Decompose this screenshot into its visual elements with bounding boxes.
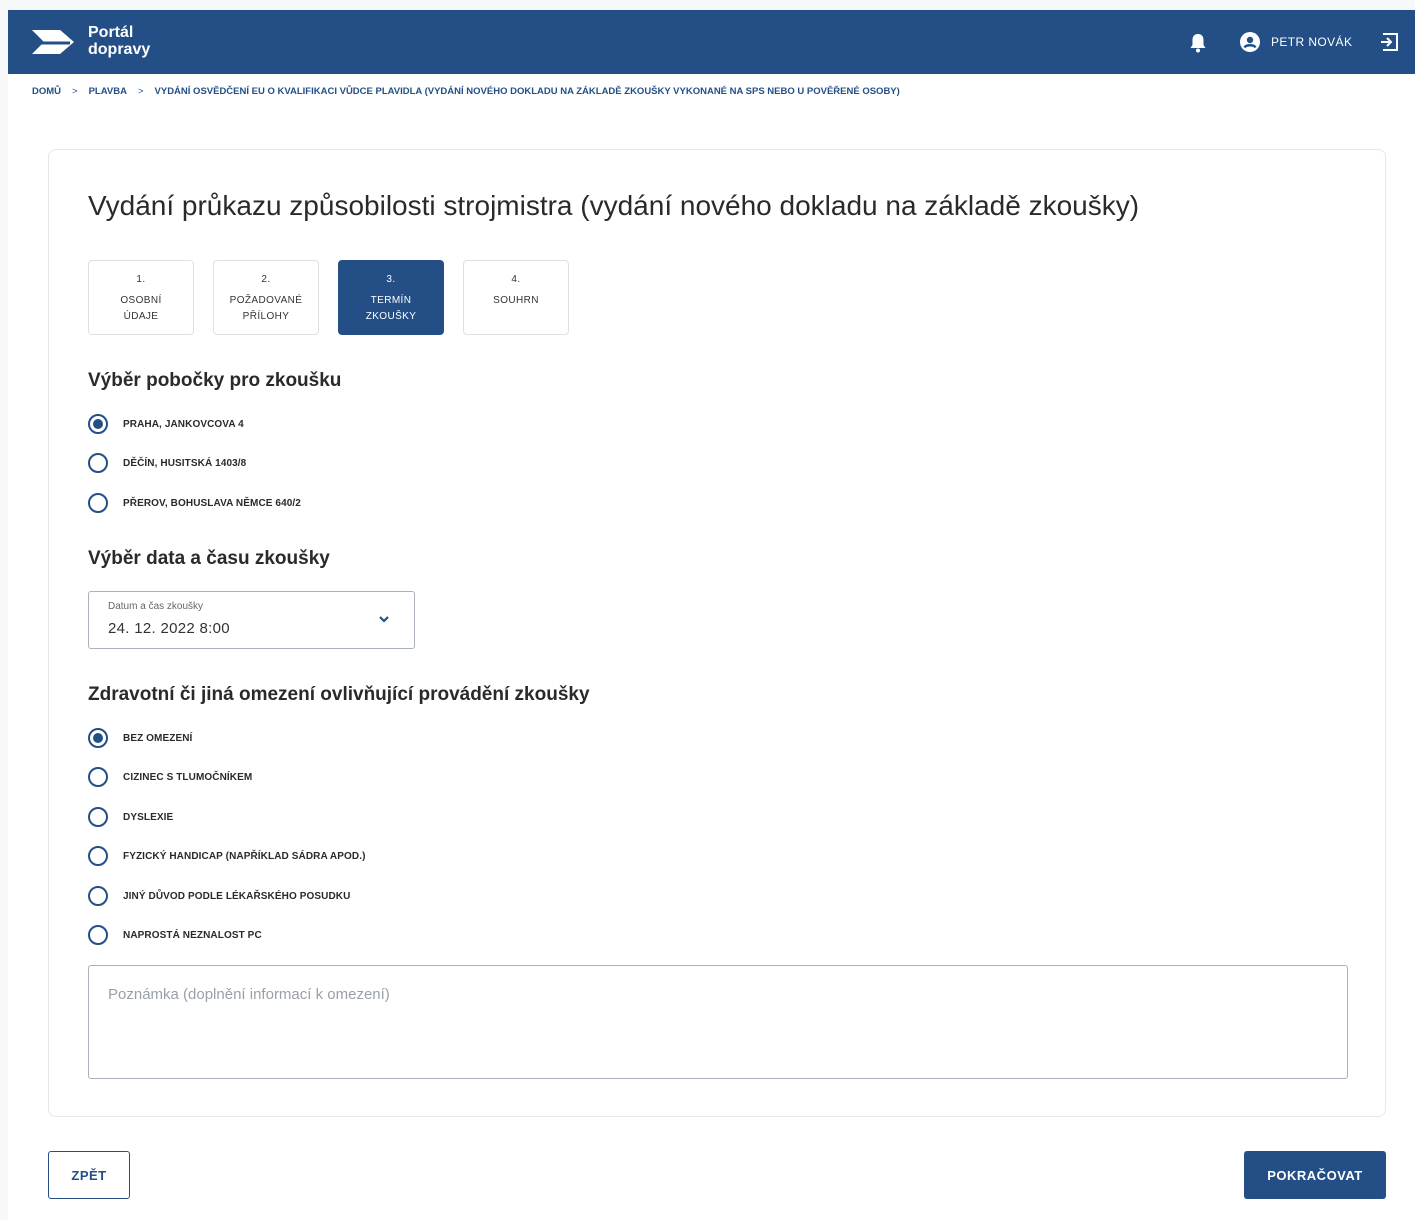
step-number: 3. (386, 274, 396, 285)
radio-restriction-interpreter[interactable]: CIZINEC S TLUMOČNÍKEM (88, 767, 252, 787)
radio-branch-praha[interactable]: PRAHA, JANKOVCOVA 4 (88, 414, 244, 434)
radio-label[interactable]: FYZICKÝ HANDICAP (NAPŘÍKLAD SÁDRA APOD.) (123, 851, 366, 862)
radio-button[interactable] (88, 807, 108, 827)
step-osobni-udaje[interactable]: 1. OSOBNÍ ÚDAJE (88, 260, 194, 335)
step-label: SOUHRN (493, 295, 539, 306)
radio-label[interactable]: BEZ OMEZENÍ (123, 733, 192, 744)
radio-label[interactable]: CIZINEC S TLUMOČNÍKEM (123, 772, 252, 783)
radio-button[interactable] (88, 886, 108, 906)
radio-button[interactable] (88, 453, 108, 473)
step-label: TERMÍN ZKOUŠKY (365, 295, 417, 322)
radio-button[interactable] (88, 493, 108, 513)
logout-icon[interactable] (1379, 31, 1401, 53)
step-number: 2. (261, 274, 271, 285)
top-bar: Portál dopravy PETR NOVÁK (8, 10, 1415, 74)
stepper: 1. OSOBNÍ ÚDAJE 2. POŽADOVANÉ PŘÍLOHY 3.… (88, 260, 569, 335)
breadcrumb-home[interactable]: DOMŮ (32, 86, 61, 97)
radio-button[interactable] (88, 925, 108, 945)
radio-selected-dot (93, 733, 103, 743)
radio-restriction-no-pc[interactable]: NAPROSTÁ NEZNALOST PC (88, 925, 262, 945)
brand-name[interactable]: Portál dopravy (88, 24, 150, 58)
radio-restriction-medical[interactable]: JINÝ DŮVOD PODLE LÉKAŘSKÉHO POSUDKU (88, 886, 350, 906)
radio-branch-decin[interactable]: DĚČÍN, HUSITSKÁ 1403/8 (88, 453, 246, 473)
breadcrumb-current[interactable]: VYDÁNÍ OSVĚDČENÍ EU O KVALIFIKACI VŮDCE … (155, 86, 900, 97)
portal-logo-icon[interactable] (30, 24, 76, 60)
page-title: Vydání průkazu způsobilosti strojmistra … (88, 190, 1140, 221)
radio-label[interactable]: NAPROSTÁ NEZNALOST PC (123, 930, 262, 941)
breadcrumb-separator: > (137, 86, 144, 97)
back-button[interactable]: ZPĚT (48, 1151, 130, 1199)
radio-label[interactable]: DĚČÍN, HUSITSKÁ 1403/8 (123, 458, 246, 469)
date-section-title: Výběr data a času zkoušky (88, 548, 330, 569)
branch-section-title: Výběr pobočky pro zkoušku (88, 370, 342, 391)
bell-icon[interactable] (1188, 32, 1208, 54)
radio-button[interactable] (88, 414, 108, 434)
radio-restriction-dyslexia[interactable]: DYSLEXIE (88, 807, 173, 827)
step-number: 4. (511, 274, 521, 285)
chevron-down-icon[interactable] (378, 614, 390, 624)
radio-button[interactable] (88, 767, 108, 787)
continue-button[interactable]: POKRAČOVAT (1244, 1151, 1386, 1199)
restriction-section-title: Zdravotní či jiná omezení ovlivňující pr… (88, 684, 590, 705)
step-number: 1. (136, 274, 146, 285)
exam-datetime-select[interactable]: Datum a čas zkoušky 24. 12. 2022 8:00 (88, 591, 415, 649)
form-card: Vydání průkazu způsobilosti strojmistra … (48, 149, 1386, 1117)
radio-restriction-none[interactable]: BEZ OMEZENÍ (88, 728, 192, 748)
breadcrumb-separator: > (72, 86, 78, 97)
restriction-note-textarea[interactable] (88, 965, 1348, 1079)
account-circle-icon[interactable] (1240, 32, 1260, 52)
user-name[interactable]: PETR NOVÁK (1271, 35, 1352, 49)
breadcrumb: DOMŮ > PLAVBA > VYDÁNÍ OSVĚDČENÍ EU O KV… (32, 86, 900, 97)
radio-restriction-physical[interactable]: FYZICKÝ HANDICAP (NAPŘÍKLAD SÁDRA APOD.) (88, 846, 366, 866)
radio-label[interactable]: JINÝ DŮVOD PODLE LÉKAŘSKÉHO POSUDKU (123, 891, 350, 902)
radio-selected-dot (93, 419, 103, 429)
radio-button[interactable] (88, 846, 108, 866)
step-souhrn[interactable]: 4. SOUHRN (463, 260, 569, 335)
step-label: OSOBNÍ ÚDAJE (120, 295, 162, 322)
select-label: Datum a čas zkoušky (108, 601, 204, 612)
radio-button[interactable] (88, 728, 108, 748)
page: Portál dopravy PETR NOVÁK DOMŮ > PLAVBA … (8, 10, 1415, 1220)
radio-label[interactable]: PŘEROV, BOHUSLAVA NĚMCE 640/2 (123, 498, 301, 509)
step-label: POŽADOVANÉ PŘÍLOHY (229, 295, 303, 322)
radio-label[interactable]: PRAHA, JANKOVCOVA 4 (123, 419, 244, 430)
select-value[interactable]: 24. 12. 2022 8:00 (108, 620, 230, 637)
step-pozadovane-prilohy[interactable]: 2. POŽADOVANÉ PŘÍLOHY (213, 260, 319, 335)
radio-branch-prerov[interactable]: PŘEROV, BOHUSLAVA NĚMCE 640/2 (88, 493, 301, 513)
breadcrumb-plavba[interactable]: PLAVBA (89, 86, 127, 97)
step-termin-zkousky[interactable]: 3. TERMÍN ZKOUŠKY (338, 260, 444, 335)
radio-label[interactable]: DYSLEXIE (123, 812, 173, 823)
